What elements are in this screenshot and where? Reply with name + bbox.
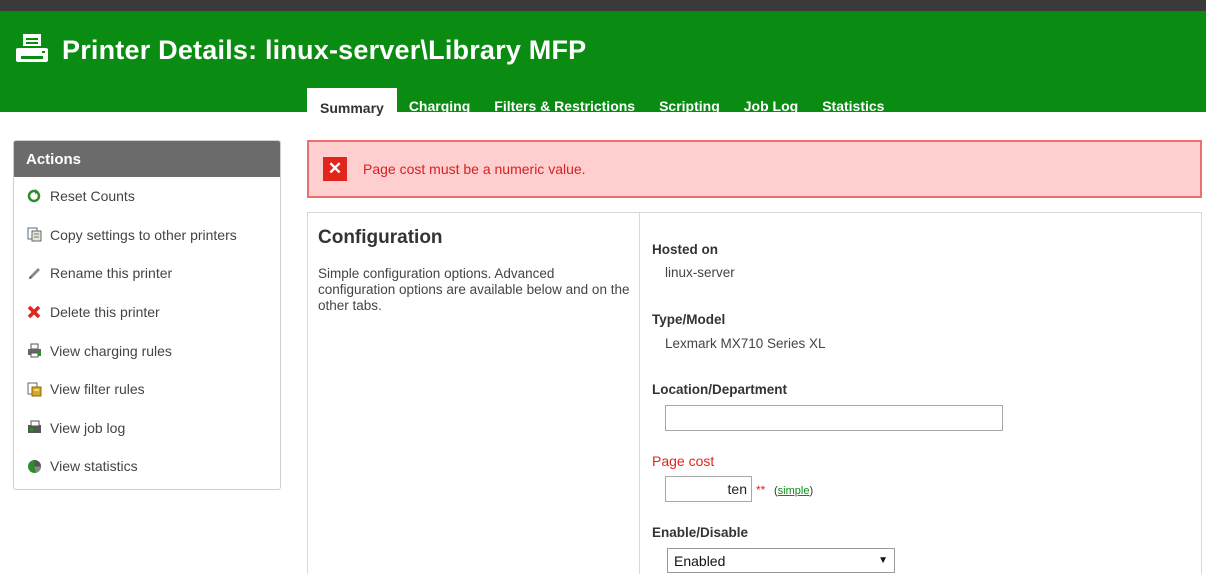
error-x-icon: ✕ [323, 157, 347, 181]
configuration-fields: Hosted on linux-server Type/Model Lexmar… [652, 213, 1192, 574]
action-label: Reset Counts [50, 188, 135, 205]
refresh-icon [26, 188, 42, 204]
tab-charging[interactable]: Charging [397, 89, 482, 123]
location-label: Location/Department [652, 382, 788, 397]
tab-bar: Summary Charging Filters & Restrictions … [307, 77, 896, 123]
page-title-row: Printer Details: linux-server\Library MF… [14, 30, 586, 70]
action-label: View filter rules [50, 381, 145, 398]
tab-summary[interactable]: Summary [307, 88, 397, 123]
configuration-description: Simple configuration options. Advanced c… [318, 266, 630, 313]
pie-chart-icon [26, 458, 42, 474]
printer-icon [16, 34, 48, 62]
action-delete-printer[interactable]: Delete this printer [14, 293, 280, 332]
tab-filters-restrictions[interactable]: Filters & Restrictions [482, 89, 647, 123]
action-label: View statistics [50, 458, 138, 475]
pencil-icon [26, 265, 42, 281]
action-label: Copy settings to other printers [50, 226, 237, 243]
type-model-label: Type/Model [652, 312, 726, 327]
hosted-on-value: linux-server [665, 265, 735, 280]
job-log-icon [26, 420, 42, 436]
action-label: Rename this printer [50, 265, 173, 282]
error-message: Page cost must be a numeric value. [363, 161, 586, 177]
location-input[interactable] [665, 405, 1003, 431]
page-cost-mode: (simple) [774, 485, 814, 497]
delete-x-icon [26, 304, 42, 320]
hosted-on-label: Hosted on [652, 242, 718, 257]
tab-job-log[interactable]: Job Log [732, 89, 810, 123]
configuration-title: Configuration [318, 227, 443, 248]
action-label: Delete this printer [50, 304, 160, 321]
printer-icon [26, 343, 42, 359]
error-banner: ✕ Page cost must be a numeric value. [307, 140, 1202, 198]
copy-icon [26, 227, 42, 243]
enable-disable-label: Enable/Disable [652, 525, 749, 540]
page-cost-required-mark: ** [756, 483, 766, 497]
action-view-filter-rules[interactable]: View filter rules [14, 370, 280, 409]
action-reset-counts[interactable]: Reset Counts [14, 177, 280, 216]
simple-link[interactable]: simple [778, 485, 810, 497]
action-rename-printer[interactable]: Rename this printer [14, 254, 280, 293]
tab-scripting[interactable]: Scripting [647, 89, 732, 123]
actions-title: Actions [14, 141, 280, 177]
page-cost-input[interactable] [665, 476, 752, 502]
dropdown-arrow-icon: ▼ [878, 555, 888, 566]
enable-disable-value: Enabled [674, 552, 726, 569]
enable-disable-select[interactable]: Enabled ▼ [667, 548, 895, 573]
configuration-info: Configuration Simple configuration optio… [308, 213, 640, 574]
action-label: View job log [50, 419, 126, 436]
type-model-value: Lexmark MX710 Series XL [665, 336, 826, 351]
actions-panel: Actions Reset Counts Copy settings to ot… [13, 140, 281, 490]
page-header: Printer Details: linux-server\Library MF… [0, 11, 1206, 123]
top-strip [0, 0, 1206, 11]
filter-icon [26, 381, 42, 397]
action-view-job-log[interactable]: View job log [14, 409, 280, 448]
configuration-panel: Configuration Simple configuration optio… [307, 212, 1202, 574]
page-cost-label: Page cost [652, 453, 715, 469]
tab-statistics[interactable]: Statistics [810, 89, 896, 123]
action-copy-settings[interactable]: Copy settings to other printers [14, 216, 280, 255]
action-view-charging-rules[interactable]: View charging rules [14, 331, 280, 370]
page-title: Printer Details: linux-server\Library MF… [62, 34, 587, 65]
action-label: View charging rules [50, 342, 172, 359]
action-view-statistics[interactable]: View statistics [14, 447, 280, 486]
